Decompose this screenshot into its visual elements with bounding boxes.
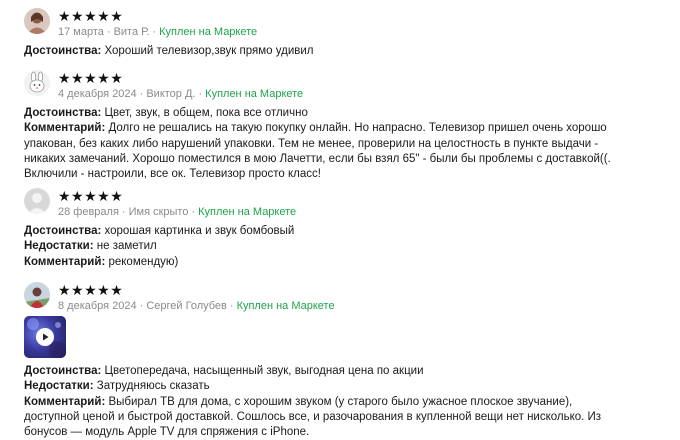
review-line: Комментарий: рекомендую) <box>24 255 664 270</box>
review-body: Достоинства: Цвет, звук, в общем, пока в… <box>24 106 664 182</box>
separator-dot: · <box>139 300 144 312</box>
pros-label: Достоинства: <box>24 365 102 377</box>
review-author: Имя скрыто <box>128 206 189 218</box>
user-photo-avatar[interactable] <box>24 282 50 308</box>
pros-label: Достоинства: <box>24 107 102 119</box>
separator-dot: · <box>139 88 144 100</box>
review-line: Комментарий: Долго не решались на такую … <box>24 121 664 136</box>
comment-text: бонусов — модуль Apple TV для спряжения … <box>24 426 310 439</box>
pros-text: Хороший телевизор,звук прямо удивил <box>101 45 314 57</box>
rating-stars: ★★★★★ <box>58 282 124 298</box>
comment-text: рекомендую) <box>105 255 179 268</box>
comment-label: Комментарий: <box>24 122 106 135</box>
pros-text: Цветопередача, насыщенный звук, выгодная… <box>101 365 424 377</box>
review-body: Достоинства: Цветопередача, насыщенный з… <box>24 364 664 440</box>
rating-stars: ★★★★★ <box>58 70 124 86</box>
pros-label: Достоинства: <box>24 45 102 57</box>
review-header: ★★★★★ 17 марта · Вита Р. · Куплен на Маркете <box>24 8 664 38</box>
purchased-badge: Куплен на Маркете <box>159 26 258 38</box>
review-author[interactable]: Виктор Д. <box>146 88 195 100</box>
comment-text: упакован, без каких либо нарушений упако… <box>24 137 599 150</box>
purchased-badge: Куплен на Маркете <box>198 206 297 218</box>
review-header: ★★★★★ 28 февраля · Имя скрыто · Куплен на Ма… <box>24 188 664 218</box>
review-header: ★★★★★ 4 декабря 2024 · Виктор Д. · Куплен на… <box>24 70 664 100</box>
user-photo-avatar[interactable] <box>24 8 50 34</box>
comment-text: доступной ценой и быстрой доставкой. Сош… <box>24 410 602 423</box>
review-author[interactable]: Сергей Голубев <box>146 300 227 312</box>
review-line: доступной ценой и быстрой доставкой. Сош… <box>24 410 664 425</box>
rating-stars: ★★★★★ <box>58 8 124 24</box>
cons-label: Недостатки: <box>24 380 94 393</box>
comment-text: Долго не решались на такую покупку онлай… <box>105 122 607 135</box>
rating-stars: ★★★★★ <box>58 188 124 204</box>
review-author[interactable]: Вита Р. <box>114 26 150 38</box>
review-meta: 17 марта · Вита Р. · Куплен на Маркете <box>58 26 257 39</box>
pros-label: Достоинства: <box>24 225 102 237</box>
cons-label: Недостатки: <box>24 240 94 253</box>
review-card: ★★★★★ 8 декабря 2024 · Сергей Голубев · Купл… <box>24 282 664 440</box>
review-card: ★★★★★ 17 марта · Вита Р. · Куплен на Маркете… <box>24 8 664 59</box>
comment-text: никаких замечаний. Хорошо поместился в м… <box>24 152 611 165</box>
comment-label: Комментарий: <box>24 395 106 408</box>
cons-text: не заметил <box>93 240 157 253</box>
review-line: Достоинства: Цветопередача, насыщенный з… <box>24 364 664 379</box>
review-line: никаких замечаний. Хорошо поместился в м… <box>24 152 664 167</box>
review-card: ★★★★★ 28 февраля · Имя скрыто · Куплен на Ма… <box>24 188 664 270</box>
comment-label: Комментарий: <box>24 255 106 268</box>
separator-dot: · <box>191 206 196 218</box>
separator-dot: · <box>152 26 157 38</box>
review-line: упакован, без каких либо нарушений упако… <box>24 137 664 152</box>
review-header: ★★★★★ 8 декабря 2024 · Сергей Голубев · Купл… <box>24 282 664 312</box>
review-meta: 8 декабря 2024 · Сергей Голубев · Куплен на … <box>58 300 335 313</box>
review-line: Недостатки: Затрудняюсь сказать <box>24 379 664 394</box>
review-line: бонусов — модуль Apple TV для спряжения … <box>24 425 664 440</box>
review-date: 4 декабря 2024 <box>58 88 137 100</box>
review-line: Комментарий: Выбирал ТВ для дома, с хоро… <box>24 395 664 410</box>
review-line: Включили - настроили, все ок. Телевизор … <box>24 167 664 182</box>
review-date: 28 февраля <box>58 206 119 218</box>
bunny-avatar[interactable] <box>24 70 50 96</box>
comment-text: Включили - настроили, все ок. Телевизор … <box>24 168 321 181</box>
pros-text: хорошая картинка и звук бомбовый <box>101 225 295 237</box>
purchased-badge: Куплен на Маркете <box>205 88 304 100</box>
purchased-badge: Куплен на Маркете <box>236 300 335 312</box>
separator-dot: · <box>106 26 111 38</box>
pros-text: Цвет, звук, в общем, пока все отлично <box>101 107 308 119</box>
review-body: Достоинства: хорошая картинка и звук бом… <box>24 224 664 270</box>
video-thumbnail[interactable] <box>24 316 66 358</box>
review-line: Достоинства: хорошая картинка и звук бом… <box>24 224 664 239</box>
review-meta: 4 декабря 2024 · Виктор Д. · Куплен на Марке… <box>58 88 303 101</box>
default-avatar[interactable] <box>24 188 50 214</box>
review-card: ★★★★★ 4 декабря 2024 · Виктор Д. · Куплен на… <box>24 70 664 182</box>
review-line: Недостатки: не заметил <box>24 239 664 254</box>
play-icon[interactable] <box>36 328 54 346</box>
separator-dot: · <box>121 206 126 218</box>
separator-dot: · <box>198 88 203 100</box>
review-line: Достоинства: Цвет, звук, в общем, пока в… <box>24 106 664 121</box>
review-line: Достоинства: Хороший телевизор,звук прям… <box>24 44 664 59</box>
separator-dot: · <box>229 300 234 312</box>
comment-text: Выбирал ТВ для дома, с хорошим звуком (у… <box>105 395 573 408</box>
review-date: 17 марта <box>58 26 104 38</box>
review-meta: 28 февраля · Имя скрыто · Куплен на Маркете <box>58 206 296 219</box>
review-date: 8 декабря 2024 <box>58 300 137 312</box>
cons-text: Затрудняюсь сказать <box>93 380 210 393</box>
review-body: Достоинства: Хороший телевизор,звук прям… <box>24 44 664 59</box>
